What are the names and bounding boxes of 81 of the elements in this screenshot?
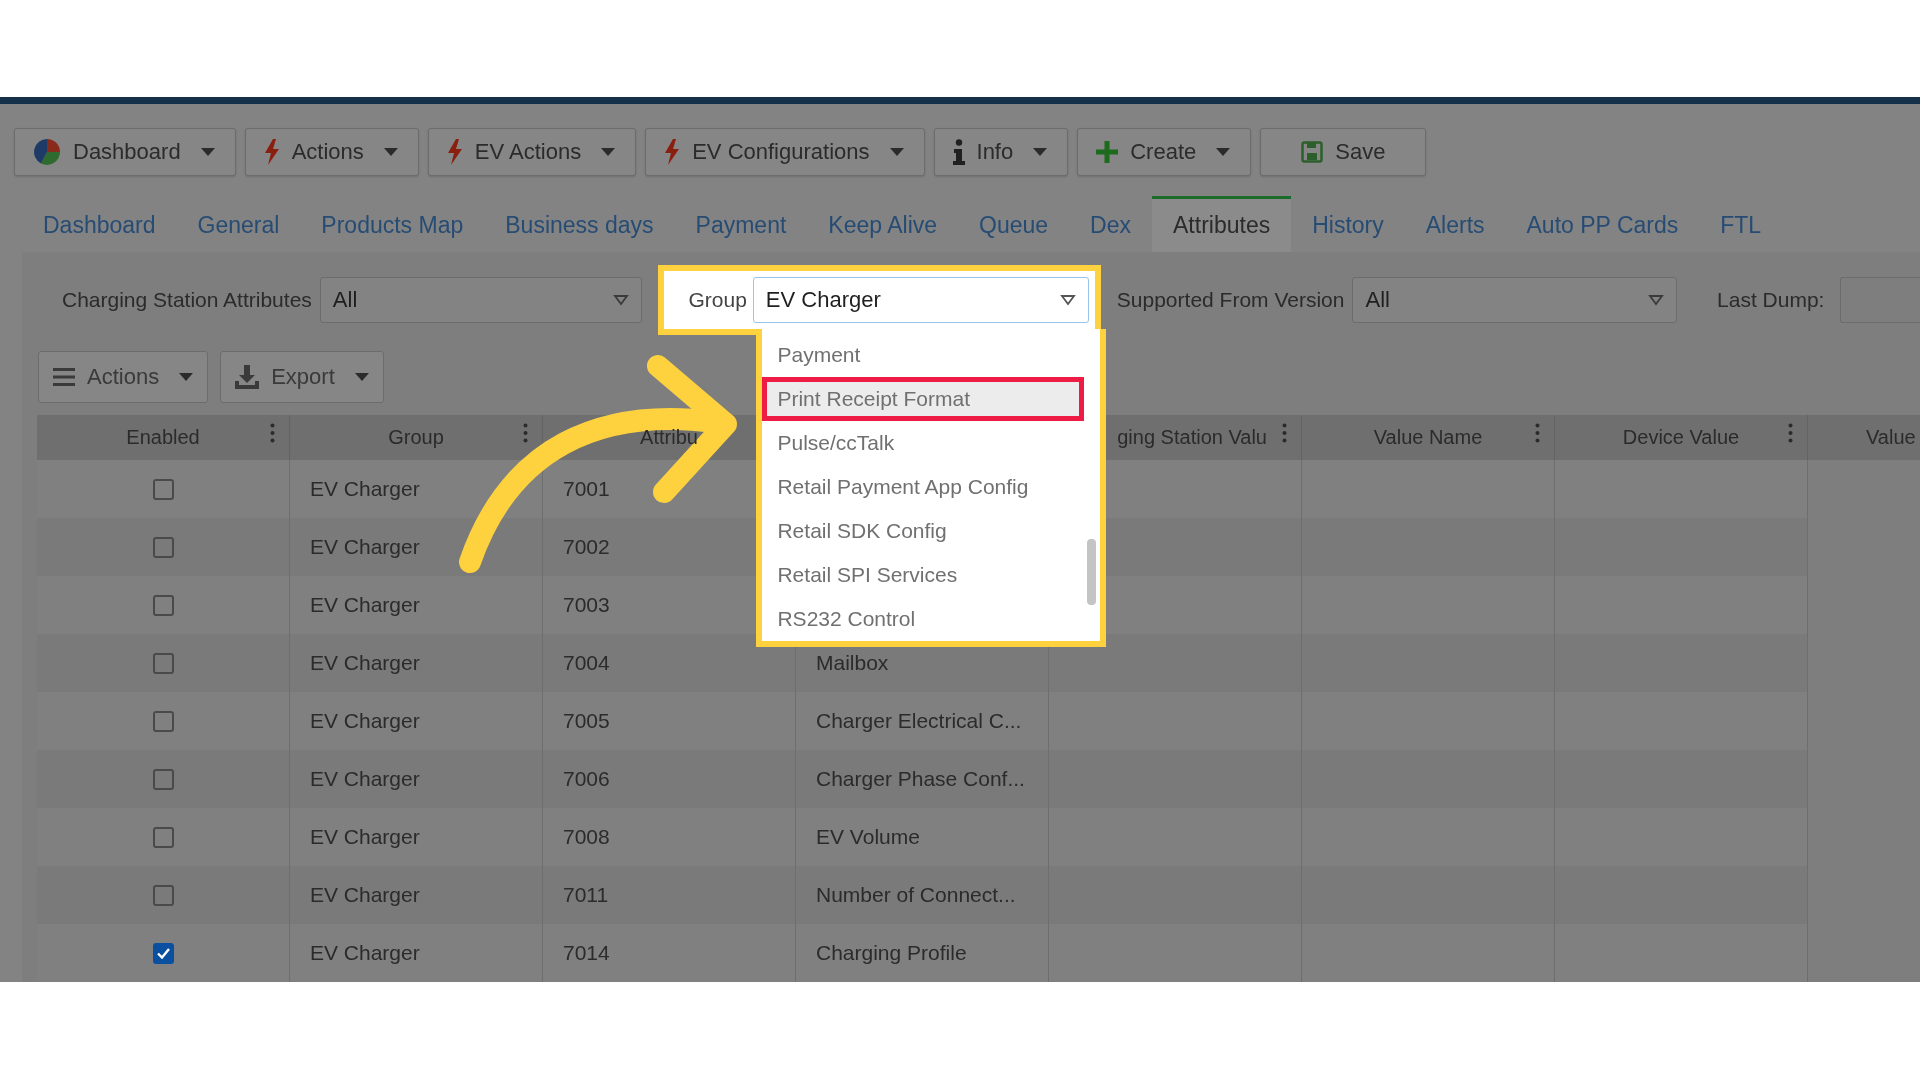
tab[interactable]: General <box>176 196 301 252</box>
toolbar-menu-button[interactable]: Dashboard <box>14 128 236 176</box>
table-cell: EV Charger <box>290 750 543 808</box>
tab[interactable]: Dashboard <box>22 196 177 252</box>
tab[interactable]: History <box>1291 196 1405 252</box>
table-cell: Number of Connect... <box>796 866 1049 924</box>
column-header[interactable]: Group <box>290 415 543 460</box>
tab[interactable]: Products Map <box>300 196 485 252</box>
group-select[interactable]: EV Charger <box>752 277 1089 323</box>
caret-icon <box>889 147 904 157</box>
filter-label: Charging Station Attributes <box>62 288 312 312</box>
checkbox[interactable] <box>152 652 174 674</box>
version-select[interactable]: All <box>1352 277 1678 323</box>
filter-label: Supported From Version <box>1116 288 1345 312</box>
filter-label: Last Dump: <box>1717 288 1825 312</box>
caret-icon <box>601 147 616 157</box>
toolbar-menu-button[interactable]: Actions <box>244 128 419 176</box>
table-cell: 7006 <box>543 750 796 808</box>
save-icon <box>1301 141 1324 163</box>
checkbox[interactable] <box>152 942 174 964</box>
info-icon <box>952 139 965 165</box>
download-icon <box>235 365 260 389</box>
table-cell: EV Charger <box>290 518 543 576</box>
tab[interactable]: Business days <box>484 196 675 252</box>
caret-icon <box>200 147 215 157</box>
dropdown-option[interactable]: Print Receipt Format <box>762 377 1085 421</box>
attributes-select[interactable]: All <box>319 277 643 323</box>
lightning-icon <box>446 139 463 165</box>
table-cell: 7004 <box>543 634 796 692</box>
checkmark-icon <box>156 947 170 959</box>
checkbox[interactable] <box>152 768 174 790</box>
caret-icon <box>383 147 398 157</box>
dropdown-option[interactable]: Payment <box>762 333 1085 377</box>
tab[interactable]: Keep Alive <box>807 196 959 252</box>
tab[interactable]: FTL <box>1699 196 1783 252</box>
column-menu-icon[interactable] <box>1788 423 1793 443</box>
dropdown-arrow-icon <box>1648 294 1665 306</box>
checkbox[interactable] <box>152 536 174 558</box>
caret-icon <box>1033 147 1048 157</box>
tab[interactable]: Attributes <box>1152 196 1292 252</box>
dropdown-arrow-icon <box>613 294 630 306</box>
dropdown-arrow-icon <box>1059 294 1076 306</box>
tab[interactable]: Payment <box>674 196 808 252</box>
table-cell: 7011 <box>543 866 796 924</box>
checkbox[interactable] <box>152 478 174 500</box>
table-cell: EV Charger <box>290 866 543 924</box>
tab[interactable]: Alerts <box>1404 196 1506 252</box>
checkbox[interactable] <box>152 826 174 848</box>
caret-icon <box>1216 147 1231 157</box>
tab[interactable]: Dex <box>1069 196 1152 252</box>
pie-chart-icon <box>33 138 61 166</box>
caret-icon <box>179 372 194 382</box>
column-header[interactable]: Device Value <box>1555 415 1808 460</box>
toolbar-menu-button[interactable]: EV Actions <box>427 128 637 176</box>
toolbar-menu-button[interactable]: Create <box>1077 128 1252 176</box>
checkbox[interactable] <box>152 594 174 616</box>
column-menu-icon[interactable] <box>523 423 528 443</box>
export-button[interactable]: Export <box>220 351 384 403</box>
tab[interactable]: Auto PP Cards <box>1505 196 1700 252</box>
column-header[interactable]: Value Name <box>1302 415 1555 460</box>
save-button[interactable]: Save <box>1260 128 1427 176</box>
plus-icon <box>1096 141 1119 163</box>
column-menu-icon[interactable] <box>1535 423 1540 443</box>
toolbar-menu-button[interactable]: Info <box>933 128 1069 176</box>
table-cell: EV Charger <box>290 634 543 692</box>
filter-label: Group <box>688 288 747 312</box>
column-menu-icon[interactable] <box>270 423 275 443</box>
column-header[interactable]: Value <box>1808 415 1920 460</box>
actions-button[interactable]: Actions <box>38 351 209 403</box>
toolbar-menu-button[interactable]: EV Configurations <box>645 128 925 176</box>
column-header[interactable]: Enabled <box>37 415 290 460</box>
lightning-icon <box>263 139 280 165</box>
lightning-icon <box>664 139 681 165</box>
table-cell: Charger Phase Conf... <box>796 750 1049 808</box>
caret-icon <box>354 372 369 382</box>
column-menu-icon[interactable] <box>1282 423 1287 443</box>
tab[interactable]: Queue <box>958 196 1070 252</box>
checkbox[interactable] <box>152 710 174 732</box>
checkbox[interactable] <box>152 884 174 906</box>
menu-icon <box>53 368 75 386</box>
scrollbar-thumb[interactable] <box>1087 539 1097 605</box>
